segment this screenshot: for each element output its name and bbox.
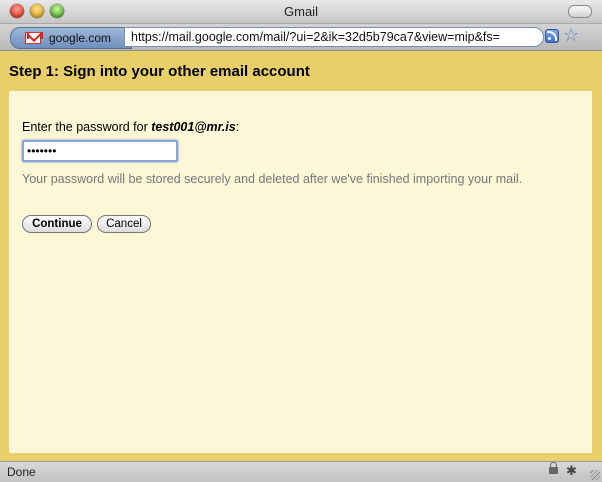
page-title: Step 1: Sign into your other email accou… [9, 63, 310, 80]
bookmark-star-icon[interactable]: ☆ [563, 25, 579, 45]
import-dialog: Step 1: Sign into your other email accou… [0, 51, 602, 461]
bug-icon[interactable]: ✱ [566, 464, 577, 478]
url-field[interactable]: https://mail.google.com/mail/?ui=2&ik=32… [124, 27, 544, 47]
url-text: https://mail.google.com/mail/?ui=2&ik=32… [131, 30, 500, 44]
password-input[interactable] [22, 140, 178, 162]
lock-icon[interactable] [549, 462, 558, 474]
cancel-button[interactable]: Cancel [97, 215, 151, 233]
toolbar-toggle-button[interactable] [568, 5, 592, 18]
password-label-prefix: Enter the password for [22, 120, 152, 134]
password-help-text: Your password will be stored securely an… [22, 172, 523, 186]
site-label: google.com [49, 31, 112, 45]
password-label: Enter the password for test001@mr.is: [22, 120, 239, 134]
status-text: Done [7, 465, 36, 479]
window-titlebar: Gmail [0, 0, 602, 24]
signin-panel: Enter the password for test001@mr.is: Yo… [9, 91, 592, 453]
resize-grip-icon[interactable] [590, 470, 600, 480]
site-identity-button[interactable]: google.com [10, 27, 132, 49]
continue-button[interactable]: Continue [22, 215, 92, 233]
address-toolbar: google.com https://mail.google.com/mail/… [0, 24, 602, 51]
gmail-icon [25, 32, 43, 44]
window-title: Gmail [284, 4, 318, 19]
password-label-suffix: : [235, 120, 240, 134]
rss-icon[interactable] [545, 29, 559, 43]
account-email: test001@mr.is [151, 120, 236, 134]
status-bar: Done ✱ [0, 461, 602, 482]
